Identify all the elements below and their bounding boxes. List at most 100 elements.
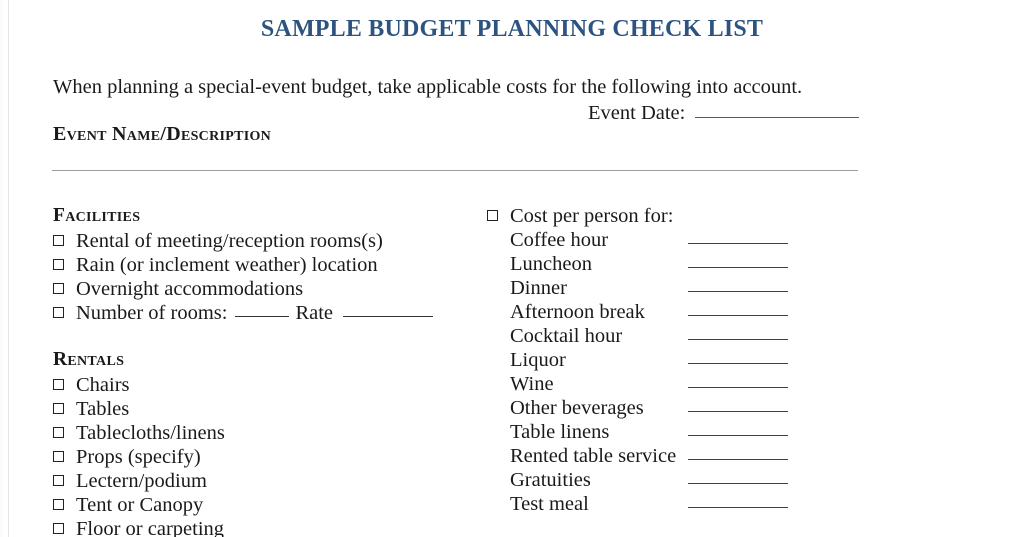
checklist-label: Tablecloths/linens — [76, 422, 225, 444]
checkbox-spacer — [487, 234, 498, 245]
cost-item-label: Afternoon break — [510, 301, 645, 323]
cost-item-input-rule[interactable] — [688, 459, 788, 460]
cost-item-label: Gratuities — [510, 469, 591, 491]
checklist-label: Floor or carpeting — [76, 518, 225, 537]
checkbox-spacer — [487, 450, 498, 461]
checkbox-spacer — [487, 354, 498, 365]
cost-item-row[interactable]: Rented table service — [487, 444, 907, 468]
cost-item-row[interactable]: Luncheon — [487, 252, 907, 276]
checklist-label: Overnight accommodations — [76, 278, 304, 300]
cost-per-person-header[interactable]: Cost per person for: — [487, 204, 907, 228]
checklist-item[interactable]: Rental of meeting/reception rooms(s) — [53, 229, 473, 253]
checkbox-spacer — [487, 498, 498, 509]
cost-item-label: Rented table service — [510, 445, 677, 467]
checklist-label: Chairs — [76, 374, 130, 396]
page-title: SAMPLE BUDGET PLANNING CHECK LIST — [260, 16, 764, 42]
checklist-item-number-of-rooms[interactable]: Number of rooms: Rate — [53, 301, 473, 325]
event-name-input-rule[interactable] — [52, 170, 858, 171]
cost-item-label: Coffee hour — [510, 229, 609, 251]
rate-label: Rate — [295, 302, 334, 324]
checklist-item[interactable]: Tables — [53, 397, 473, 421]
checkbox-spacer — [487, 378, 498, 389]
cost-item-input-rule[interactable] — [688, 507, 788, 508]
cost-item-label: Luncheon — [510, 253, 592, 275]
checkbox-spacer — [487, 282, 498, 293]
cost-item-input-rule[interactable] — [688, 339, 788, 340]
cost-item-row[interactable]: Dinner — [487, 276, 907, 300]
cost-item-input-rule[interactable] — [688, 483, 788, 484]
cost-item-input-rule[interactable] — [688, 315, 788, 316]
checklist-item[interactable]: Tablecloths/linens — [53, 421, 473, 445]
cost-item-row[interactable]: Wine — [487, 372, 907, 396]
cost-item-label: Other beverages — [510, 397, 644, 419]
checklist-label: Rain (or inclement weather) location — [76, 254, 378, 276]
checklist-item[interactable]: Lectern/podium — [53, 469, 473, 493]
number-of-rooms-label: Number of rooms: — [76, 302, 228, 324]
cost-item-input-rule[interactable] — [688, 291, 788, 292]
cost-item-label: Liquor — [510, 349, 566, 371]
cost-item-label: Table linens — [510, 421, 610, 443]
checkbox[interactable] — [53, 499, 64, 510]
cost-item-row[interactable]: Gratuities — [487, 468, 907, 492]
cost-item-label: Test meal — [510, 493, 589, 515]
event-date-input-rule[interactable] — [695, 117, 860, 118]
checkbox[interactable] — [53, 427, 64, 438]
cost-item-label: Wine — [510, 373, 554, 395]
checklist-label: Props (specify) — [76, 446, 201, 468]
cost-item-row[interactable]: Afternoon break — [487, 300, 907, 324]
checklist-item[interactable]: Tent or Canopy — [53, 493, 473, 517]
event-date-row: Event Date: — [588, 102, 860, 125]
document-page: SAMPLE BUDGET PLANNING CHECK LIST When p… — [0, 0, 1024, 537]
checkbox[interactable] — [53, 475, 64, 486]
cost-item-row[interactable]: Coffee hour — [487, 228, 907, 252]
cost-item-input-rule[interactable] — [688, 363, 788, 364]
scan-edge-decoration — [0, 0, 3, 537]
cost-item-row[interactable]: Liquor — [487, 348, 907, 372]
section-heading-rentals: Rentals — [53, 349, 125, 370]
checkbox-spacer — [487, 474, 498, 485]
checkbox[interactable] — [53, 235, 64, 246]
checklist-item[interactable]: Floor or carpeting — [53, 517, 473, 537]
checklist-item[interactable]: Chairs — [53, 373, 473, 397]
scan-edge-line — [8, 0, 9, 537]
cost-item-input-rule[interactable] — [688, 387, 788, 388]
checkbox[interactable] — [53, 283, 64, 294]
checklist-item[interactable]: Props (specify) — [53, 445, 473, 469]
event-name-heading: Event Name/Description — [53, 123, 272, 145]
checkbox[interactable] — [53, 523, 64, 534]
cost-item-row[interactable]: Table linens — [487, 420, 907, 444]
cost-item-input-rule[interactable] — [688, 411, 788, 412]
rate-input-rule[interactable] — [343, 316, 434, 317]
checkbox[interactable] — [53, 451, 64, 462]
intro-text: When planning a special-event budget, ta… — [53, 76, 803, 98]
checklist-label: Tent or Canopy — [76, 494, 204, 516]
cost-item-input-rule[interactable] — [688, 243, 788, 244]
checklist-item[interactable]: Rain (or inclement weather) location — [53, 253, 473, 277]
number-of-rooms-input-rule[interactable] — [235, 316, 290, 317]
checkbox[interactable] — [53, 379, 64, 390]
cost-item-input-rule[interactable] — [688, 435, 788, 436]
checklist-label: Tables — [76, 398, 130, 420]
checkbox-spacer — [487, 258, 498, 269]
left-column: Facilities Rental of meeting/reception r… — [53, 204, 473, 537]
checklist-label: Rental of meeting/reception rooms(s) — [76, 230, 383, 252]
cost-item-row[interactable]: Cocktail hour — [487, 324, 907, 348]
cost-item-label: Dinner — [510, 277, 567, 299]
checkbox[interactable] — [53, 259, 64, 270]
section-heading-facilities: Facilities — [53, 205, 141, 226]
checkbox-spacer — [487, 330, 498, 341]
checklist-label: Lectern/podium — [76, 470, 207, 492]
checkbox-spacer — [487, 402, 498, 413]
checkbox-spacer — [487, 426, 498, 437]
cost-item-row[interactable]: Test meal — [487, 492, 907, 516]
checkbox-spacer — [487, 306, 498, 317]
checkbox[interactable] — [53, 403, 64, 414]
cost-item-input-rule[interactable] — [688, 267, 788, 268]
cost-item-row[interactable]: Other beverages — [487, 396, 907, 420]
checklist-item[interactable]: Overnight accommodations — [53, 277, 473, 301]
cost-item-label: Cocktail hour — [510, 325, 623, 347]
checkbox[interactable] — [53, 307, 64, 318]
checkbox[interactable] — [487, 210, 498, 221]
event-date-label: Event Date: — [588, 102, 686, 124]
